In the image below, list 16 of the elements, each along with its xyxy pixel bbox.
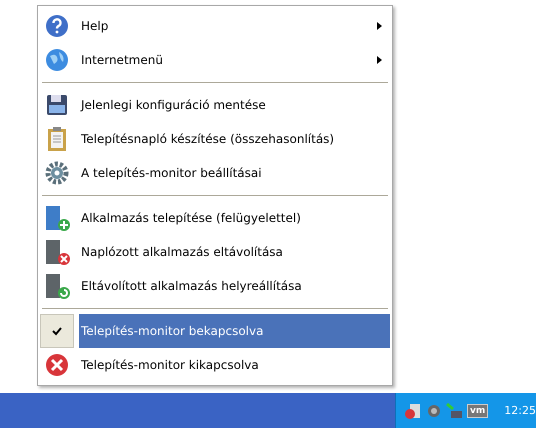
menu-item[interactable]: A telepítés-monitor beállításai (79, 156, 390, 190)
menu-item[interactable]: Alkalmazás telepítése (felügyelettel) (79, 201, 390, 235)
menu-item[interactable]: Help (79, 9, 390, 43)
submenu-arrow-icon (377, 56, 382, 64)
menu-item[interactable]: Telepítésnapló készítése (összehasonlítás) (79, 122, 390, 156)
menu-item[interactable]: Naplózott alkalmazás eltávolítása (79, 235, 390, 269)
submenu-arrow-icon (377, 22, 382, 30)
menu-item[interactable]: Telepítés-monitor bekapcsolva (79, 314, 390, 348)
network-icon[interactable] (445, 402, 464, 420)
menu-item[interactable]: Jelenlegi konfiguráció mentése (79, 88, 390, 122)
clock: 12:25 (504, 404, 536, 417)
vm-tray-icon[interactable]: vm (467, 404, 488, 418)
checkmark-icon (52, 326, 62, 336)
menu-item[interactable]: Telepítés-monitor kikapcsolva (79, 348, 390, 382)
menu-item[interactable]: Internetmenü (79, 43, 390, 77)
menu-item[interactable]: Eltávolított alkalmazás helyreállítása (79, 269, 390, 303)
